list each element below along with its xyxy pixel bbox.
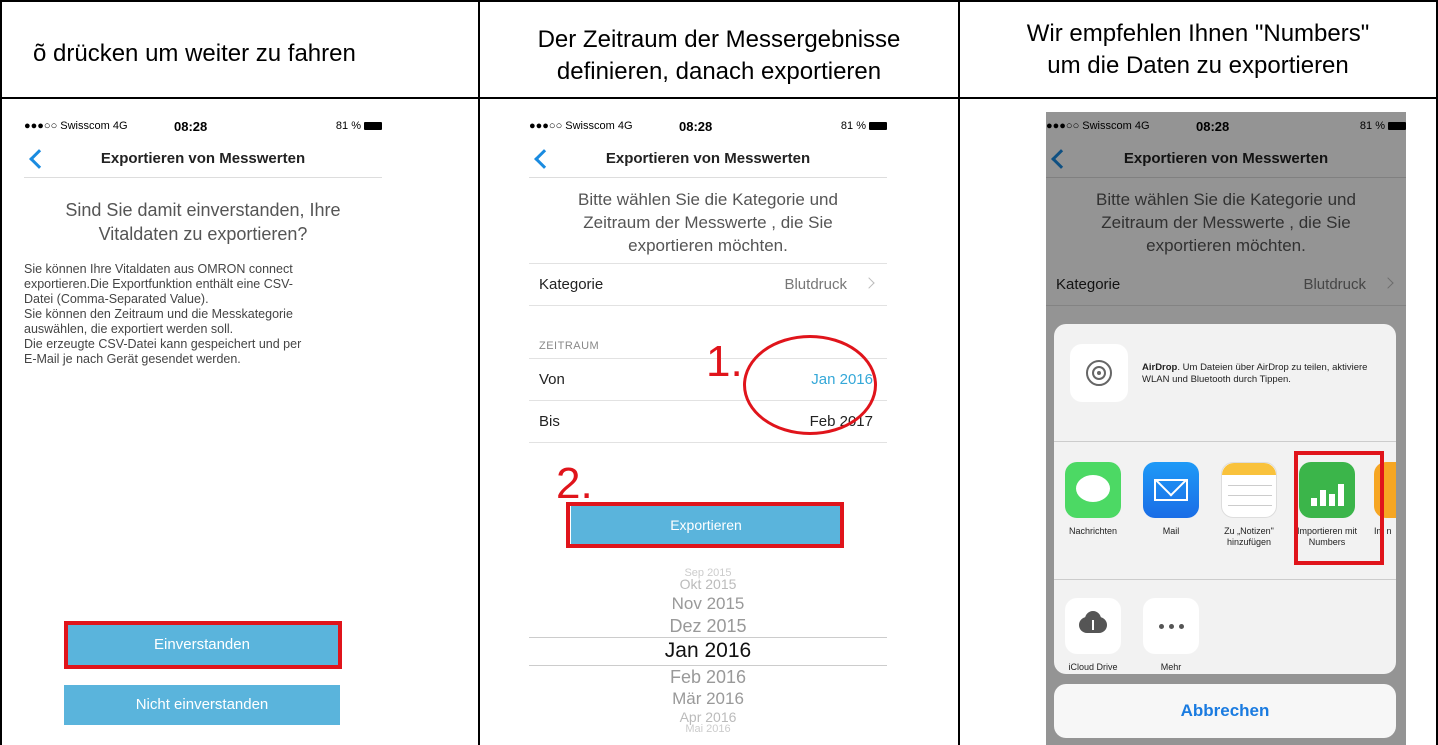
share-actions-row: iCloud Drive Mehr (1054, 580, 1396, 674)
more-icon (1143, 598, 1199, 654)
messages-icon (1065, 462, 1121, 518)
status-bar: ●●●○○ Swisscom 4G 08:28 81 % (529, 118, 887, 136)
share-app-messages[interactable]: Nachrichten (1060, 462, 1126, 537)
chevron-right-icon (863, 277, 875, 289)
notes-icon (1221, 462, 1277, 518)
period-section-header: ZEITRAUM (539, 340, 600, 352)
picker-selected-item: Jan 2016 (664, 639, 752, 662)
nav-title: Exportieren von Messwerten (100, 150, 306, 167)
column-1-title: õ drücken um weiter zu fahren (33, 40, 356, 67)
clock: 08:28 (679, 119, 713, 134)
selection-intro: Bitte wählen Sie die Kategorie und Zeitr… (578, 190, 838, 255)
airdrop-row[interactable]: AirDrop. Um Dateien über AirDrop zu teil… (1054, 324, 1396, 442)
status-bar: ●●●○○ Swisscom 4G 08:28 81 % (24, 118, 382, 136)
column-divider-1 (478, 0, 480, 745)
airdrop-icon (1070, 344, 1128, 402)
category-row[interactable]: Kategorie Blutdruck (529, 264, 887, 306)
carrier-label: ●●●○○ Swisscom 4G (529, 120, 633, 132)
cancel-button[interactable]: Abbrechen (1054, 684, 1396, 738)
battery-indicator: 81 % (336, 120, 382, 132)
highlight-agree-button (64, 621, 342, 669)
battery-indicator: 81 % (841, 120, 887, 132)
column-2-title-line1: Der Zeitraum der Messergebnisse (537, 26, 901, 53)
picker-item: Nov 2015 (671, 594, 745, 613)
nav-title: Exportieren von Messwerten (605, 150, 811, 167)
highlight-numbers-app (1294, 451, 1384, 565)
clock: 08:28 (174, 119, 208, 134)
picker-item: Feb 2016 (669, 667, 747, 687)
category-value: Blutdruck (784, 276, 847, 293)
highlight-period-values (743, 335, 877, 435)
navigation-bar: Exportieren von Messwerten (529, 142, 887, 178)
header-divider (0, 97, 1438, 99)
disagree-button[interactable]: Nicht einverstanden (64, 685, 340, 725)
column-2-title: Der Zeitraum der Messergebnisse definier… (480, 24, 958, 88)
picker-item: Mär 2016 (672, 689, 744, 708)
consent-description: Sie können Ihre Vitaldaten aus OMRON con… (24, 262, 302, 366)
picker-item: Mai 2016 (685, 723, 731, 735)
share-app-notes[interactable]: Zu „Notizen" hinzufügen (1216, 462, 1282, 548)
icloud-icon (1065, 598, 1121, 654)
picker-item: Dez 2015 (669, 616, 747, 636)
column-3-title-line1: Wir empfehlen Ihnen "Numbers" (1026, 20, 1370, 47)
date-picker[interactable]: Sep 2015 Okt 2015 Nov 2015 Dez 2015 Jan … (529, 567, 887, 735)
picker-selection-line (529, 637, 887, 638)
annotation-step-1: 1. (706, 337, 743, 386)
highlight-export-button (566, 502, 844, 548)
picker-item: Okt 2015 (679, 576, 737, 592)
column-divider-2 (958, 0, 960, 745)
action-icloud-drive[interactable]: iCloud Drive (1060, 598, 1126, 672)
screen-share-sheet: ●●●○○ Swisscom 4G 08:28 81 % Exportieren… (1046, 112, 1406, 745)
column-3-title: Wir empfehlen Ihnen "Numbers" um die Dat… (960, 18, 1436, 82)
column-2-title-line2: definieren, danach exportieren (556, 58, 882, 85)
battery-icon (364, 122, 382, 130)
annotation-step-2: 2. (556, 459, 593, 508)
navigation-bar: Exportieren von Messwerten (24, 142, 382, 178)
carrier-label: ●●●○○ Swisscom 4G (24, 120, 128, 132)
action-more[interactable]: Mehr (1138, 598, 1204, 672)
picker-selection-line (529, 665, 887, 666)
mail-icon (1143, 462, 1199, 518)
battery-icon (869, 122, 887, 130)
column-3-title-line2: um die Daten zu exportieren (1047, 52, 1349, 79)
consent-question: Sind Sie damit einverstanden, Ihre Vital… (65, 200, 341, 244)
airdrop-description: AirDrop. Um Dateien über AirDrop zu teil… (1142, 362, 1368, 385)
share-app-mail[interactable]: Mail (1138, 462, 1204, 537)
